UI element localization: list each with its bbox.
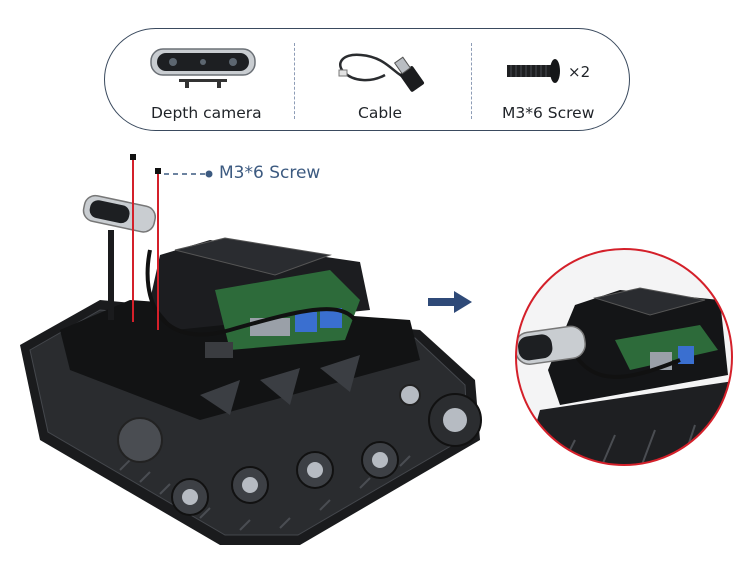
zoom-detail-view — [515, 248, 733, 466]
